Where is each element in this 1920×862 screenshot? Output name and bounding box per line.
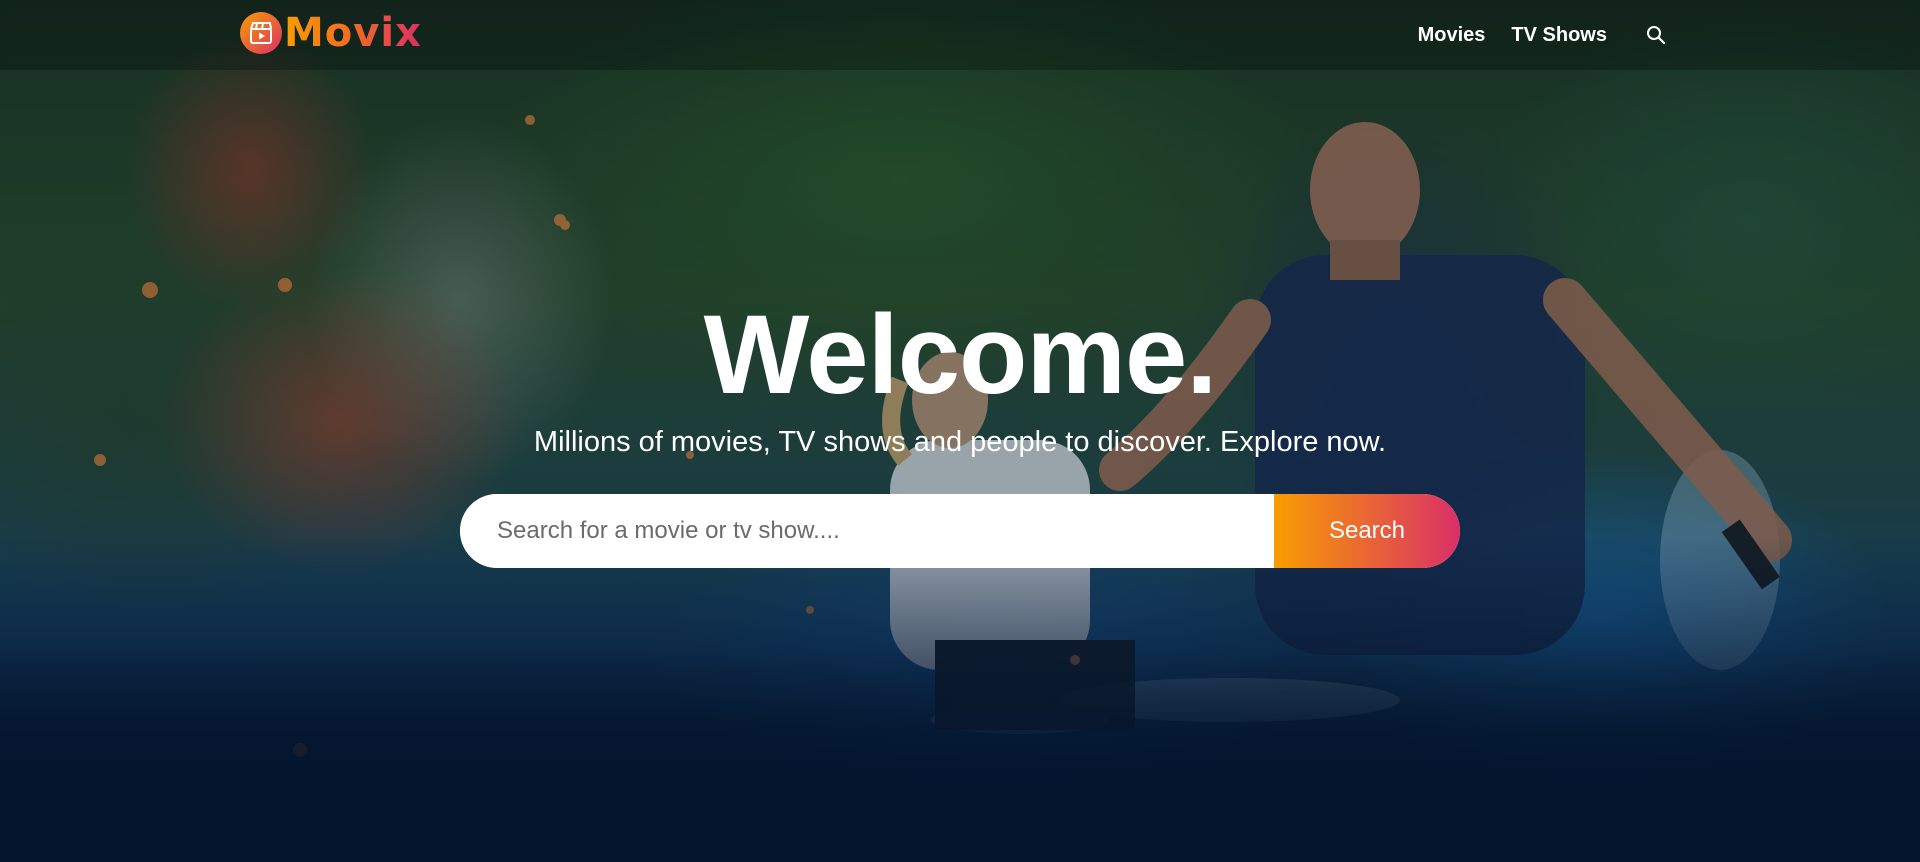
main-nav: Movies TV Shows [1392, 0, 1667, 70]
hero-content: Welcome. Millions of movies, TV shows an… [0, 290, 1920, 462]
site-header: Movix Movies TV Shows [0, 0, 1920, 70]
clapperboard-play-icon [240, 12, 282, 54]
search-button[interactable]: Search [1274, 494, 1460, 568]
nav-movies[interactable]: Movies [1418, 24, 1486, 47]
search-icon[interactable] [1645, 24, 1667, 46]
nav-tv-shows[interactable]: TV Shows [1511, 24, 1607, 47]
hero-search-bar: Search [460, 494, 1460, 568]
logo[interactable]: Movix [240, 11, 422, 55]
hero-subtitle: Millions of movies, TV shows and people … [533, 426, 1387, 458]
search-input[interactable] [460, 494, 1274, 568]
hero-title: Welcome. [703, 292, 1218, 417]
home-page: Movix Movies TV Shows Welcome. Millions … [0, 0, 1920, 862]
logo-text: Movix [284, 10, 422, 56]
